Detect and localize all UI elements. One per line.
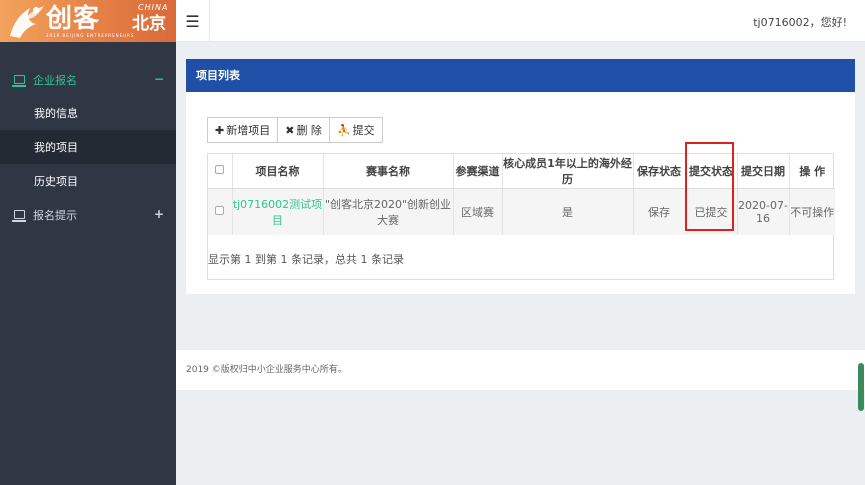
submit-status-highlight (685, 142, 734, 231)
column-header[interactable]: 操 作 (789, 154, 835, 189)
overseas-experience-cell: 是 (502, 188, 634, 235)
logo-china-text: CHINA (138, 3, 169, 12)
collapse-icon[interactable]: − (154, 72, 164, 86)
laptop-icon (12, 210, 26, 222)
project-name-link[interactable]: tj0716002测试项目 (233, 198, 322, 227)
channel-cell: 区域赛 (453, 188, 503, 235)
runner-logo-icon (10, 6, 44, 38)
sidebar-group-label: 企业报名 (33, 73, 77, 87)
logo-city-text: 北京 (132, 14, 166, 34)
column-header[interactable]: 保存状态 (633, 154, 686, 189)
column-header[interactable]: 项目名称 (232, 154, 324, 189)
sidebar-item-my-info[interactable]: 我的信息 (0, 96, 176, 130)
page-footer: 2019 ©版权归中小企业服务中心所有。 (176, 350, 865, 390)
table-header-row: 项目名称 赛事名称 参赛渠道 核心成员1年以上的海外经历 保存状态 提交状态 提… (208, 154, 835, 189)
toolbar: ✚ 新增项目 ✖ 删 除 ⛹ 提交 (207, 117, 383, 143)
scrollbar-thumb[interactable] (858, 363, 864, 411)
plus-icon: ✚ (215, 123, 225, 137)
table-row[interactable]: tj0716002测试项目 "创客北京2020"创新创业大赛 区域赛 是 保存 … (208, 188, 835, 235)
menu-toggle-icon[interactable]: ☰ (176, 0, 210, 42)
brand-logo: CHINA 创客 北京 2019 BEIJING ENTREPRENEURS (0, 0, 176, 42)
save-status-cell: 保存 (633, 188, 686, 235)
add-project-button[interactable]: ✚ 新增项目 (207, 117, 279, 143)
expand-icon[interactable]: + (154, 207, 164, 221)
delete-button[interactable]: ✖ 删 除 (277, 117, 330, 143)
action-cell: 不可操作 (789, 188, 835, 235)
user-upload-icon: ⛹ (336, 123, 351, 137)
row-checkbox-cell[interactable] (208, 188, 233, 235)
select-all-checkbox-cell[interactable] (208, 154, 233, 189)
contest-name-cell: "创客北京2020"创新创业大赛 (323, 188, 454, 235)
panel-title: 项目列表 (186, 59, 855, 92)
sidebar-item-my-projects[interactable]: 我的项目 (0, 130, 176, 164)
sidebar-item-history-projects[interactable]: 历史项目 (0, 164, 176, 198)
column-header[interactable]: 赛事名称 (323, 154, 454, 189)
project-name-cell: tj0716002测试项目 (232, 188, 324, 235)
project-table: 项目名称 赛事名称 参赛渠道 核心成员1年以上的海外经历 保存状态 提交状态 提… (207, 153, 835, 280)
user-greeting[interactable]: tj0716002，您好! (753, 14, 847, 30)
sidebar: CHINA 创客 北京 2019 BEIJING ENTREPRENEURS 企… (0, 0, 176, 485)
pagination-info: 显示第 1 到第 1 条记录，总共 1 条记录 (208, 253, 404, 266)
logo-sub-text: 2019 BEIJING ENTREPRENEURS (46, 33, 135, 38)
column-header[interactable]: 提交日期 (737, 154, 790, 189)
column-header[interactable]: 参赛渠道 (453, 154, 503, 189)
submit-date-cell: 2020-07-16 (737, 188, 790, 235)
laptop-icon (12, 75, 26, 87)
select-all-checkbox[interactable] (215, 165, 225, 175)
logo-main-text: 创客 (46, 4, 101, 34)
sidebar-nav: 企业报名 − 我的信息 我的项目 历史项目 报名提示 + (0, 63, 176, 231)
column-header[interactable]: 核心成员1年以上的海外经历 (502, 154, 634, 189)
delete-label: 删 除 (296, 124, 322, 137)
sidebar-group-label: 报名提示 (33, 208, 77, 222)
project-list-panel: 项目列表 ✚ 新增项目 ✖ 删 除 ⛹ 提交 项目名称 赛事名称 参赛渠道 核心… (186, 59, 855, 294)
delete-x-icon: ✖ (285, 123, 295, 137)
top-header: ☰ tj0716002，您好! (176, 0, 865, 42)
add-project-label: 新增项目 (226, 124, 271, 137)
sidebar-group-tips[interactable]: 报名提示 + (0, 198, 176, 231)
submit-button[interactable]: ⛹ 提交 (328, 117, 383, 143)
submit-label: 提交 (352, 124, 375, 137)
sidebar-group-registration[interactable]: 企业报名 − (0, 63, 176, 96)
row-checkbox[interactable] (215, 206, 225, 216)
